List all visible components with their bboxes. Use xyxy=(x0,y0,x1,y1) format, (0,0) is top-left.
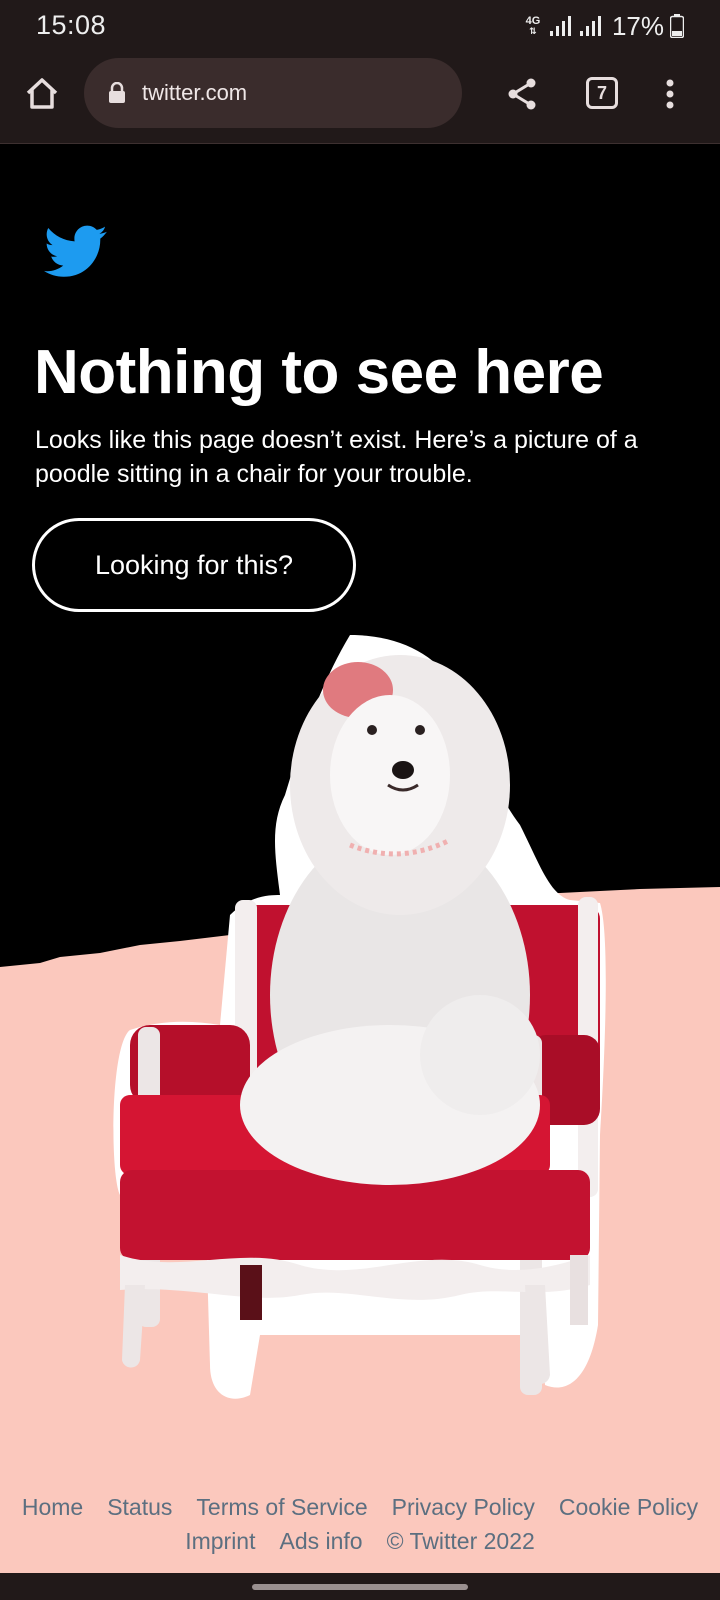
footer-link-ads-info[interactable]: Ads info xyxy=(279,1524,362,1558)
footer-links-row-1: Home Status Terms of Service Privacy Pol… xyxy=(0,1490,720,1524)
browser-toolbar: twitter.com 7 xyxy=(0,52,720,144)
system-navigation-bar xyxy=(0,1573,720,1600)
signal-icon-2 xyxy=(579,16,601,36)
lock-icon xyxy=(108,82,126,104)
home-gesture-handle[interactable] xyxy=(252,1584,468,1590)
home-icon xyxy=(26,78,58,109)
looking-for-this-button[interactable]: Looking for this? xyxy=(32,518,356,612)
status-time: 15:08 xyxy=(36,10,107,40)
home-button[interactable] xyxy=(20,72,64,116)
footer-link-home[interactable]: Home xyxy=(22,1490,83,1524)
share-icon xyxy=(508,78,536,110)
page-content: Nothing to see here Looks like this page… xyxy=(0,145,720,1573)
twitter-logo-icon[interactable] xyxy=(44,225,108,279)
tab-count: 7 xyxy=(586,77,618,109)
footer-links-row-2: Imprint Ads info © Twitter 2022 xyxy=(0,1524,720,1558)
footer-link-imprint[interactable]: Imprint xyxy=(185,1524,255,1558)
network-type-indicator: 4G ⇅ xyxy=(525,15,541,37)
page-description: Looks like this page doesn’t exist. Here… xyxy=(35,426,638,488)
poodle-in-chair-image xyxy=(113,635,606,1399)
url-text: twitter.com xyxy=(142,80,248,105)
battery-percentage: 17% xyxy=(611,10,664,41)
signal-icon xyxy=(549,16,571,36)
footer: Home Status Terms of Service Privacy Pol… xyxy=(0,1490,720,1558)
more-menu-button[interactable] xyxy=(660,72,680,116)
battery-icon xyxy=(670,14,684,38)
footer-link-cookie[interactable]: Cookie Policy xyxy=(559,1490,698,1524)
footer-copyright: © Twitter 2022 xyxy=(386,1528,535,1554)
more-vertical-icon xyxy=(666,79,674,109)
address-bar[interactable]: twitter.com xyxy=(84,58,462,128)
footer-link-privacy[interactable]: Privacy Policy xyxy=(392,1490,535,1524)
footer-link-terms[interactable]: Terms of Service xyxy=(196,1490,367,1524)
status-bar: 15:08 4G ⇅ 17% xyxy=(0,0,720,52)
tab-switcher-button[interactable]: 7 xyxy=(584,75,620,111)
footer-link-status[interactable]: Status xyxy=(107,1490,172,1524)
share-button[interactable] xyxy=(502,72,542,116)
page-title: Nothing to see here xyxy=(34,338,604,407)
